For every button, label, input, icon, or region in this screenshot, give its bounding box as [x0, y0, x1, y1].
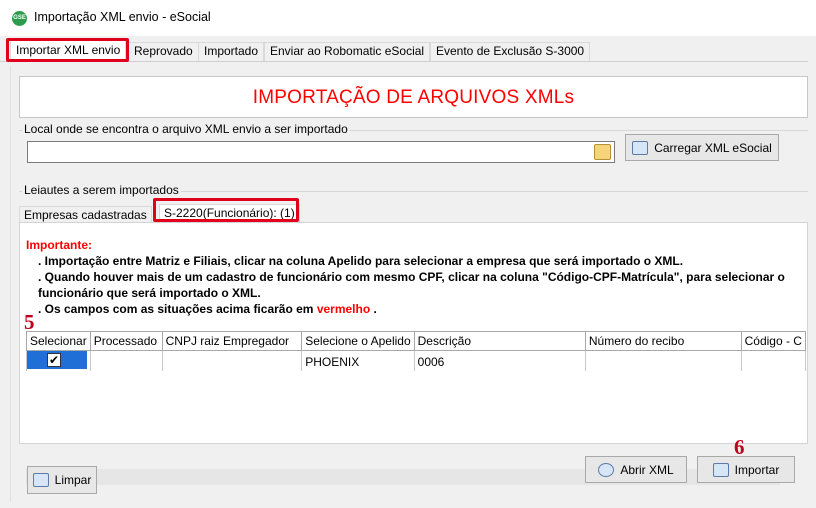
layout-subtabs: Empresas cadastradas S-2220(Funcionário)… — [19, 202, 808, 224]
location-group-label: Local onde se encontra o arquivo XML env… — [22, 122, 350, 136]
step-marker-6: 6 — [734, 435, 745, 459]
open-xml-icon — [598, 462, 615, 477]
col-header-apelido[interactable]: Selecione o Apelido — [301, 331, 415, 351]
page-title: IMPORTAÇÃO DE ARQUIVOS XMLs — [252, 87, 575, 108]
col-header-processado[interactable]: Processado — [89, 331, 163, 351]
cell-recibo[interactable] — [584, 350, 742, 371]
folder-icon[interactable] — [594, 144, 611, 160]
notes-heading: Importante: — [26, 238, 92, 252]
import-icon — [712, 462, 729, 477]
cell-cnpj[interactable] — [161, 350, 303, 371]
cell-descricao[interactable]: 0006 — [413, 350, 586, 371]
load-xml-icon — [632, 140, 649, 155]
load-xml-esocial-button[interactable]: Carregar XML eSocial — [625, 134, 779, 161]
clear-button-label: Limpar — [54, 473, 92, 487]
open-xml-button[interactable]: Abrir XML — [585, 456, 687, 483]
layouts-group: Leiautes a serem importados — [19, 183, 808, 201]
col-header-selecionar[interactable]: Selecionar — [26, 331, 91, 351]
note-line-3: funcionário que será importado o XML. — [38, 286, 261, 300]
window-title: Importação XML envio - eSocial — [34, 10, 211, 24]
col-header-recibo[interactable]: Número do recibo — [584, 331, 742, 351]
note-line-4-red: vermelho — [316, 302, 371, 316]
funcionarios-grid: Selecionar Processado CNPJ raiz Empregad… — [26, 331, 806, 371]
clear-button[interactable]: Limpar — [27, 466, 97, 494]
header-panel: IMPORTAÇÃO DE ARQUIVOS XMLs — [19, 76, 808, 118]
select-cell[interactable]: ✔ — [26, 350, 91, 371]
col-header-codigo[interactable]: Código - C — [740, 331, 806, 351]
row-select-checkbox[interactable]: ✔ — [27, 351, 87, 369]
import-button-label: Importar — [734, 462, 780, 477]
app-logo-icon: GSE — [12, 11, 27, 26]
note-line-4-prefix: . Os campos com as situações acima ficar… — [38, 302, 314, 316]
subtab-s2220-funcionario[interactable]: S-2220(Funcionário): (1) — [159, 204, 300, 224]
open-xml-button-label: Abrir XML — [620, 462, 674, 477]
layouts-group-label: Leiautes a serem importados — [22, 183, 181, 197]
main-tabstrip: Importar XML envio Reprovado Importado E… — [0, 38, 808, 62]
cell-processado[interactable] — [89, 350, 163, 371]
import-notes: Importante: . Importação entre Matriz e … — [26, 237, 806, 317]
tab-reprovado[interactable]: Reprovado — [128, 42, 199, 61]
xml-path-input[interactable] — [27, 141, 615, 163]
tab-enviar-robomatic[interactable]: Enviar ao Robomatic eSocial — [264, 42, 431, 61]
import-button[interactable]: Importar — [697, 456, 795, 483]
cell-apelido[interactable]: PHOENIX — [301, 350, 415, 371]
note-line-2: . Quando houver mais de um cadastro de f… — [38, 270, 785, 284]
checkmark-icon: ✔ — [47, 353, 61, 367]
tab-importar-xml-envio[interactable]: Importar XML envio — [10, 40, 127, 62]
table-row[interactable]: ✔ PHOENIX 0006 — [26, 350, 806, 371]
tab-importado[interactable]: Importado — [198, 42, 265, 61]
grid-header-row: Selecionar Processado CNPJ raiz Empregad… — [26, 331, 806, 351]
note-line-1: . Importação entre Matriz e Filiais, cli… — [38, 254, 684, 268]
col-header-cnpj[interactable]: CNPJ raiz Empregador — [161, 331, 303, 351]
step-marker-5: 5 — [24, 310, 35, 334]
clear-icon — [32, 473, 49, 487]
load-xml-button-label: Carregar XML eSocial — [654, 140, 772, 155]
col-header-descricao[interactable]: Descrição — [413, 331, 586, 351]
title-bar: GSE Importação XML envio - eSocial — [0, 0, 816, 36]
s2220-panel: Importante: . Importação entre Matriz e … — [19, 222, 808, 485]
note-line-4-suffix: . — [373, 302, 377, 316]
tab-content: IMPORTAÇÃO DE ARQUIVOS XMLs Local onde s… — [10, 66, 808, 502]
tab-evento-exclusao[interactable]: Evento de Exclusão S-3000 — [430, 42, 591, 61]
cell-codigo[interactable] — [740, 350, 806, 371]
main-window: GSE Importação XML envio - eSocial Impor… — [0, 0, 816, 508]
note-line-4: . Os campos com as situações acima ficar… — [26, 301, 806, 317]
